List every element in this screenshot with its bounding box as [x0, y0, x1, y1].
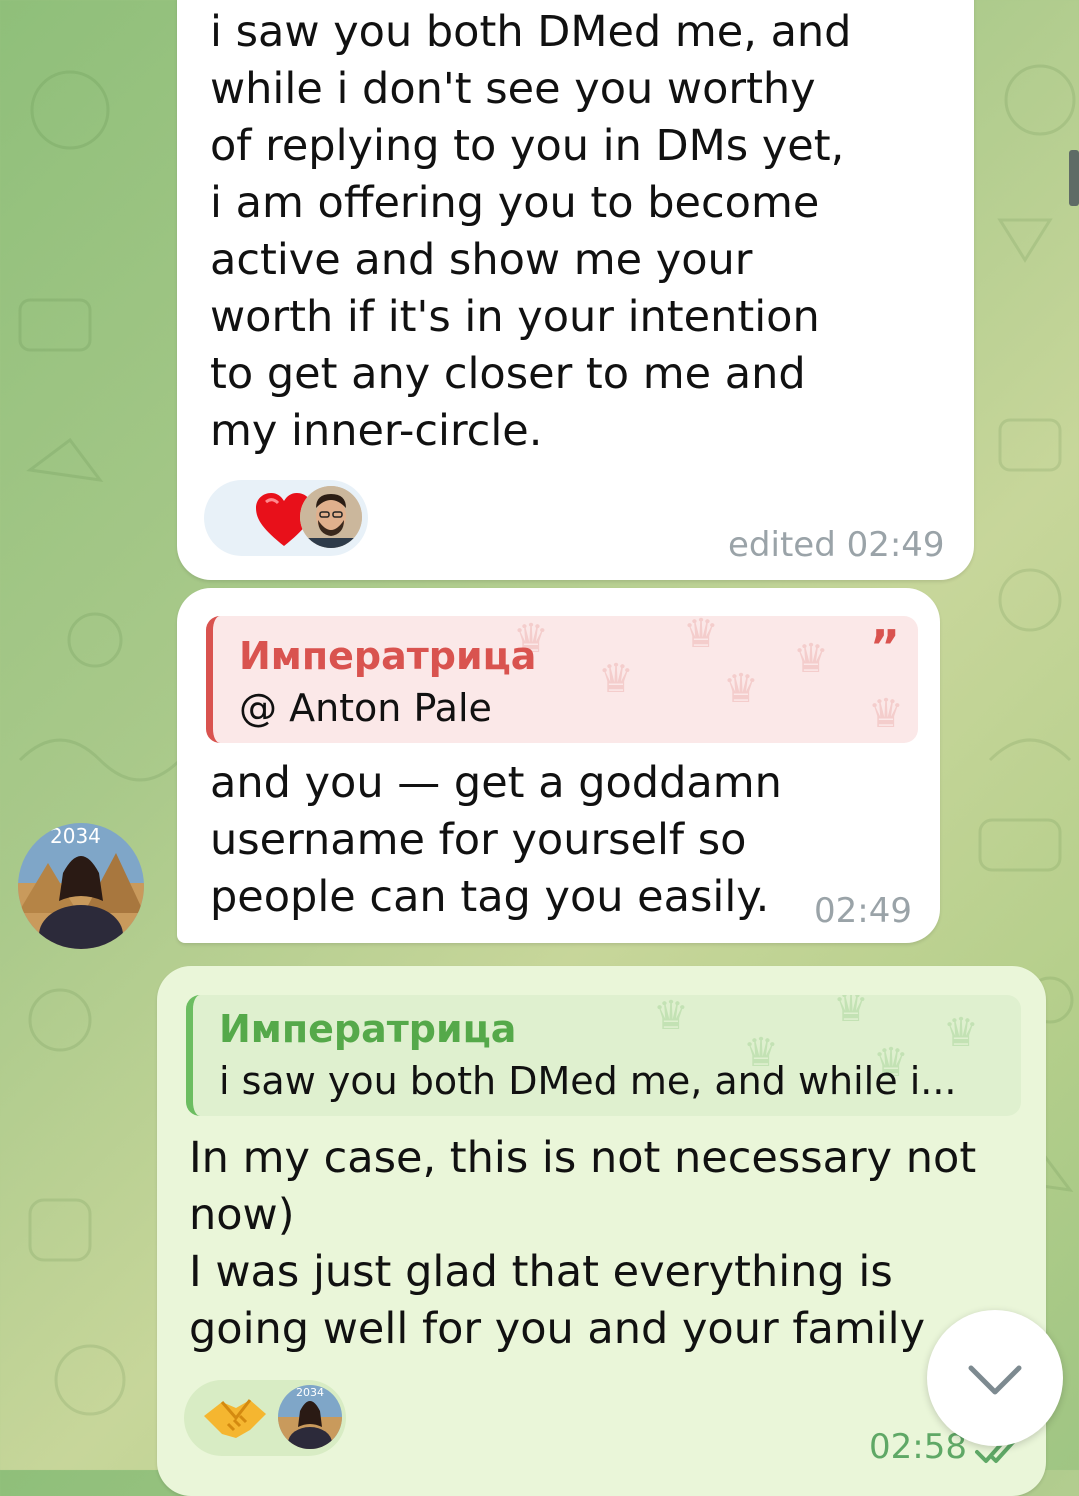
message-bubble-incoming[interactable]: i saw you both DMed me, and while i don'…	[177, 0, 974, 580]
message-time: 02:58	[869, 1427, 967, 1467]
sender-avatar[interactable]: 2034	[18, 823, 144, 949]
quote-text: i saw you both DMed me, and while i...	[219, 1059, 957, 1103]
reaction-chip[interactable]	[204, 480, 368, 556]
reactor-avatar-icon	[300, 486, 362, 548]
scroll-to-bottom-button[interactable]	[927, 1310, 1063, 1446]
message-text: i saw you both DMed me, and while i don'…	[210, 7, 852, 456]
reactor-avatar-icon: 2034	[278, 1385, 342, 1449]
handshake-emoji-icon	[204, 1399, 266, 1438]
message-bubble-incoming[interactable]: ♛ ♛ ♛ ♛ ♛ ♛ Императрица @ Anton Pale ” a…	[177, 588, 940, 943]
crown-pattern-icon: ♛	[723, 666, 759, 712]
crown-pattern-icon: ♛	[868, 691, 904, 737]
crown-pattern-icon: ♛	[793, 636, 829, 682]
message-text: and you — get a goddamn username for you…	[210, 758, 782, 922]
message-time: edited 02:49	[728, 525, 945, 565]
message-text: In my case, this is not necessary not no…	[189, 1133, 977, 1354]
avatar-year-text: 2034	[296, 1386, 324, 1399]
reaction-chip[interactable]: 2034	[184, 1380, 346, 1456]
message-time: 02:49	[814, 891, 912, 931]
scrollbar-thumb[interactable]	[1069, 150, 1079, 206]
crown-pattern-icon: ♛	[598, 656, 634, 702]
message-bubble-outgoing[interactable]: ♛ ♛ ♛ ♛ ♛ Императрица i saw you both DMe…	[157, 966, 1046, 1496]
avatar-year-text: 2034	[50, 824, 101, 848]
chevron-down-icon	[968, 1365, 1022, 1395]
crown-pattern-icon: ♛	[943, 1010, 979, 1056]
quoted-reply[interactable]: ♛ ♛ ♛ ♛ ♛ ♛ Императрица @ Anton Pale ”	[206, 616, 918, 743]
quote-mark-icon: ”	[869, 620, 900, 674]
quote-text: @ Anton Pale	[239, 686, 492, 730]
quote-sender-name: Императрица	[219, 1007, 517, 1051]
crown-pattern-icon: ♛	[833, 995, 869, 1031]
quote-sender-name: Императрица	[239, 634, 537, 678]
quoted-reply[interactable]: ♛ ♛ ♛ ♛ ♛ Императрица i saw you both DMe…	[186, 995, 1021, 1116]
crown-pattern-icon: ♛	[683, 616, 719, 657]
crown-pattern-icon: ♛	[653, 995, 689, 1039]
